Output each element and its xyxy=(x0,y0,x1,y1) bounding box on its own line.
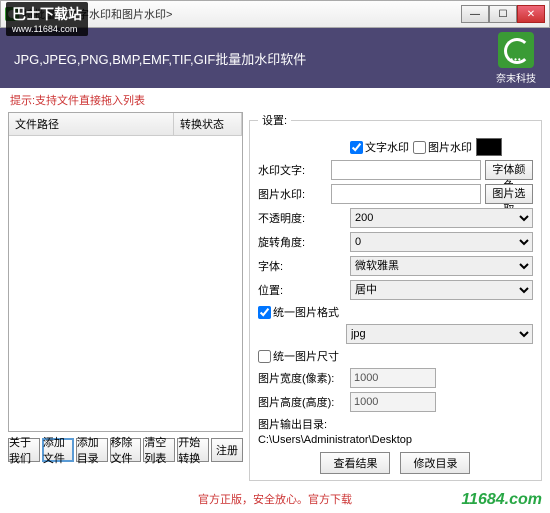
col-header-path[interactable]: 文件路径 xyxy=(9,113,174,135)
watermark-image-input[interactable] xyxy=(331,184,481,204)
unify-size-checkbox[interactable]: 统一图片尺寸 xyxy=(258,348,339,364)
remove-file-button[interactable]: 移除文件 xyxy=(110,438,142,462)
brand-name: 奈末科技 xyxy=(496,70,536,85)
brand-block: ••• 奈末科技 xyxy=(496,32,536,85)
file-table[interactable]: 文件路径 转换状态 xyxy=(8,112,243,432)
site-overlay-top: 巴士下载站www.11684.com xyxy=(6,2,88,36)
about-button[interactable]: 关于我们 xyxy=(8,438,40,462)
site-overlay-bottom: 11684.com xyxy=(461,491,542,509)
outdir-value: C:\Users\Administrator\Desktop xyxy=(258,434,412,446)
position-label: 位置: xyxy=(258,282,346,298)
add-dir-button[interactable]: 添加目录 xyxy=(76,438,108,462)
view-result-button[interactable]: 查看结果 xyxy=(320,452,390,474)
close-button[interactable]: ✕ xyxy=(517,5,545,23)
add-file-button[interactable]: 添加文件 xyxy=(42,438,74,462)
settings-panel: 设置: 文字水印 图片水印 水印文字: 字体颜色 图片水印: 图片选取 不透明度… xyxy=(249,112,542,481)
color-swatch[interactable] xyxy=(476,138,502,156)
rotate-label: 旋转角度: xyxy=(258,234,346,250)
banner-text: JPG,JPEG,PNG,BMP,EMF,TIF,GIF批量加水印软件 xyxy=(14,49,306,68)
opacity-select[interactable]: 200 xyxy=(350,208,533,228)
text-watermark-checkbox[interactable]: 文字水印 xyxy=(350,139,409,155)
minimize-button[interactable]: — xyxy=(461,5,489,23)
change-dir-button[interactable]: 修改目录 xyxy=(400,452,470,474)
clear-list-button[interactable]: 清空列表 xyxy=(143,438,175,462)
width-label: 图片宽度(像素): xyxy=(258,370,346,386)
rotate-select[interactable]: 0 xyxy=(350,232,533,252)
col-header-status[interactable]: 转换状态 xyxy=(174,113,242,135)
start-convert-button[interactable]: 开始转换 xyxy=(177,438,209,462)
brand-logo-icon: ••• xyxy=(498,32,534,68)
width-input xyxy=(350,368,436,388)
height-input xyxy=(350,392,436,412)
opacity-label: 不透明度: xyxy=(258,210,346,226)
outdir-label: 图片输出目录: xyxy=(258,416,327,432)
window-title: 持批量加文字水印和图片水印> xyxy=(23,6,461,22)
register-button[interactable]: 注册 xyxy=(211,438,243,462)
text-label: 水印文字: xyxy=(258,162,327,178)
height-label: 图片高度(高度): xyxy=(258,394,346,410)
unify-format-checkbox[interactable]: 统一图片格式 xyxy=(258,304,339,320)
img-label: 图片水印: xyxy=(258,186,327,202)
font-label: 字体: xyxy=(258,258,346,274)
file-table-body[interactable] xyxy=(9,136,242,432)
app-banner: JPG,JPEG,PNG,BMP,EMF,TIF,GIF批量加水印软件 ••• … xyxy=(0,28,550,88)
watermark-text-input[interactable] xyxy=(331,160,481,180)
position-select[interactable]: 居中 xyxy=(350,280,533,300)
hint-text: 提示:支持文件直接拖入列表 xyxy=(0,88,550,112)
image-watermark-checkbox[interactable]: 图片水印 xyxy=(413,139,472,155)
format-select[interactable]: jpg xyxy=(346,324,533,344)
pick-image-button[interactable]: 图片选取 xyxy=(485,184,533,204)
font-color-button[interactable]: 字体颜色 xyxy=(485,160,533,180)
maximize-button[interactable]: ☐ xyxy=(489,5,517,23)
font-select[interactable]: 微软雅黑 xyxy=(350,256,533,276)
settings-legend: 设置: xyxy=(258,112,291,128)
